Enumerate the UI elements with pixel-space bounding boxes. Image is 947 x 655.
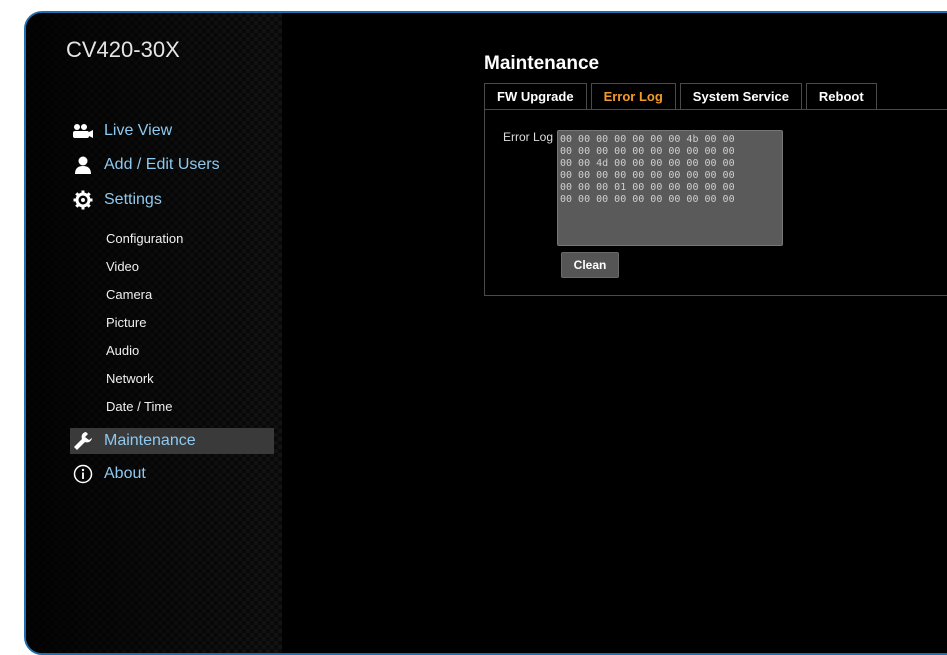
error-log-line: 00 00 00 01 00 00 00 00 00 00 xyxy=(560,182,735,193)
gear-icon xyxy=(72,189,94,211)
nav-about-label: About xyxy=(104,465,146,482)
page-title: Maintenance xyxy=(484,53,600,74)
nav-camera[interactable]: Camera xyxy=(106,287,152,302)
error-log-line: 00 00 00 00 00 00 00 00 00 00 xyxy=(560,194,735,205)
error-log-line: 00 00 00 00 00 00 00 00 00 00 xyxy=(560,146,735,157)
nav-network[interactable]: Network xyxy=(106,371,154,386)
users-camera-icon xyxy=(72,120,94,142)
nav-picture[interactable]: Picture xyxy=(106,315,146,330)
error-log-line: 00 00 4d 00 00 00 00 00 00 00 xyxy=(560,158,735,169)
info-icon xyxy=(72,463,94,485)
nav-add-edit-users[interactable]: Add / Edit Users xyxy=(72,152,220,178)
clean-button[interactable]: Clean xyxy=(561,252,619,278)
nav-settings-label: Settings xyxy=(104,191,162,208)
wrench-icon xyxy=(72,430,94,452)
tab-error-log[interactable]: Error Log xyxy=(590,83,676,109)
nav-add-edit-users-label: Add / Edit Users xyxy=(104,156,220,173)
nav-live-view[interactable]: Live View xyxy=(72,118,172,144)
nav-video[interactable]: Video xyxy=(106,259,139,274)
nav-live-view-label: Live View xyxy=(104,122,173,139)
error-log-panel: Error Log 00 00 00 00 00 00 00 4b 00 00 … xyxy=(484,109,947,296)
user-icon xyxy=(72,154,94,176)
nav-about[interactable]: About xyxy=(72,461,146,487)
nav-settings[interactable]: Settings xyxy=(72,187,162,213)
app-frame: CV420-30X Live View Add / Edit Users Set… xyxy=(24,11,947,655)
tab-fw-upgrade[interactable]: FW Upgrade xyxy=(484,83,587,109)
nav-maintenance-label: Maintenance xyxy=(104,432,196,449)
error-log-line: 00 00 00 00 00 00 00 4b 00 00 xyxy=(560,134,735,145)
nav-configuration[interactable]: Configuration xyxy=(106,231,183,246)
nav-audio[interactable]: Audio xyxy=(106,343,139,358)
nav-maintenance[interactable]: Maintenance xyxy=(72,428,196,454)
error-log-label: Error Log xyxy=(503,130,554,144)
tab-system-service[interactable]: System Service xyxy=(679,83,802,109)
error-log-textarea[interactable]: 00 00 00 00 00 00 00 4b 00 00 00 00 00 0… xyxy=(557,130,783,246)
tab-bar: FW Upgrade Error Log System Service Rebo… xyxy=(484,83,881,109)
tab-reboot[interactable]: Reboot xyxy=(805,83,877,109)
error-log-line: 00 00 00 00 00 00 00 00 00 00 xyxy=(560,170,735,181)
device-name: CV420-30X xyxy=(66,37,180,62)
nav-date-time[interactable]: Date / Time xyxy=(106,399,172,414)
